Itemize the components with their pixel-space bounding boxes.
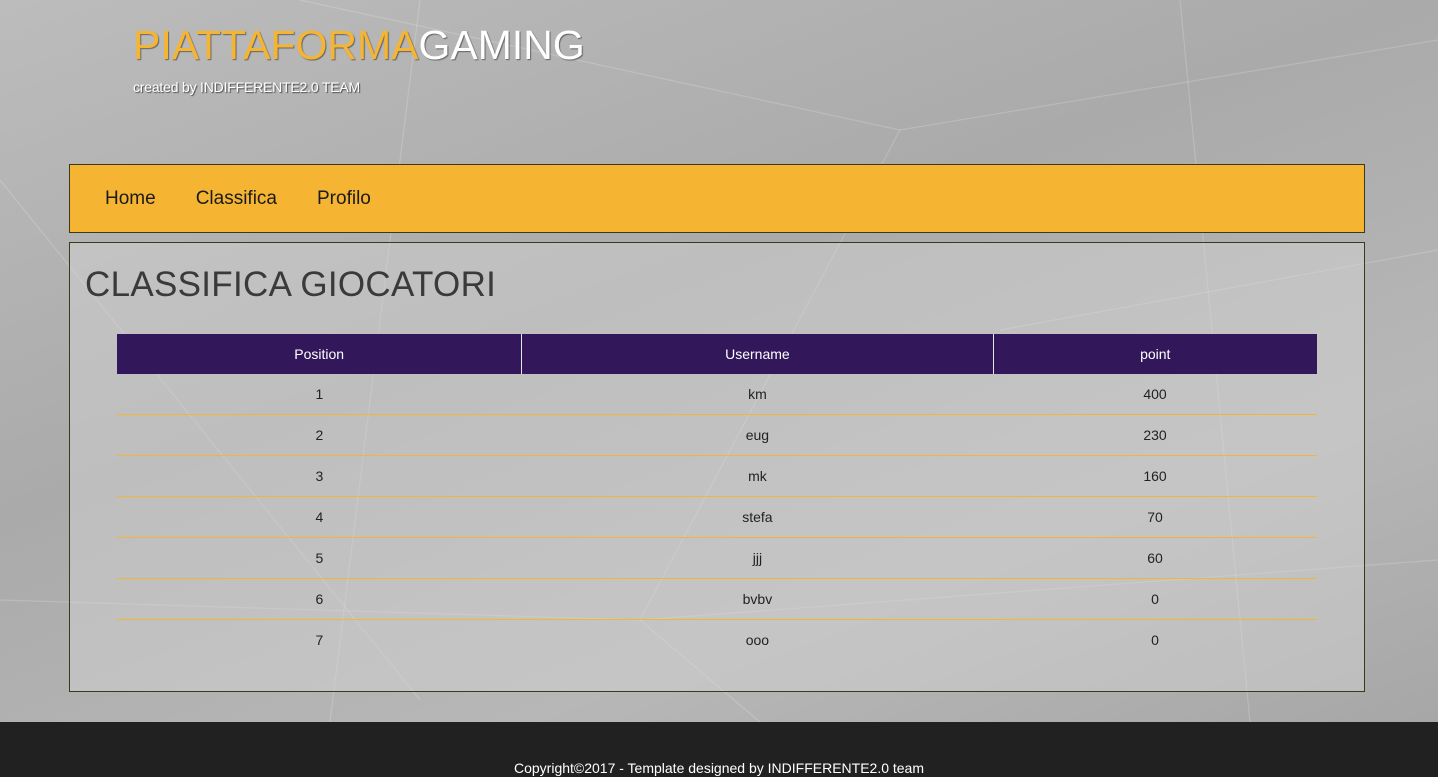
column-header-point: point — [993, 334, 1317, 374]
site-tagline: created by INDIFFERENTE2.0 TEAM — [133, 79, 360, 95]
cell-username: eug — [521, 414, 994, 456]
ranking-panel: CLASSIFICA GIOCATORI Position Username p… — [69, 242, 1365, 692]
table-row: 7 ooo 0 — [117, 620, 1317, 661]
table-row: 4 stefa 70 — [117, 496, 1317, 538]
site-footer: Copyright©2017 - Template designed by IN… — [0, 722, 1438, 777]
table-row: 2 eug 230 — [117, 414, 1317, 456]
cell-username: jjj — [521, 537, 994, 579]
column-header-username: Username — [521, 334, 994, 374]
footer-copyright: Copyright©2017 - Template designed by IN… — [513, 760, 925, 776]
nav-item-home[interactable]: Home — [105, 188, 156, 210]
table-row: 1 km 400 — [117, 374, 1317, 415]
cell-position: 1 — [117, 374, 522, 415]
cell-position: 3 — [117, 455, 522, 497]
cell-position: 2 — [117, 414, 522, 456]
cell-position: 4 — [117, 496, 522, 538]
nav-item-profilo[interactable]: Profilo — [317, 188, 371, 210]
page-title: CLASSIFICA GIOCATORI — [85, 265, 497, 304]
cell-username: km — [521, 374, 994, 415]
cell-position: 6 — [117, 578, 522, 620]
logo-text-primary: PIATTAFORMA — [133, 22, 419, 68]
logo-text-secondary: GAMING — [418, 22, 585, 68]
ranking-table: Position Username point 1 km 400 2 eug 2… — [117, 334, 1317, 660]
cell-position: 5 — [117, 537, 522, 579]
cell-point: 160 — [993, 455, 1317, 497]
table-row: 3 mk 160 — [117, 455, 1317, 497]
table-row: 6 bvbv 0 — [117, 578, 1317, 620]
table-header-row: Position Username point — [117, 334, 1317, 374]
table-row: 5 jjj 60 — [117, 537, 1317, 579]
cell-username: bvbv — [521, 578, 994, 620]
cell-username: ooo — [745, 632, 770, 648]
cell-point: 400 — [993, 374, 1317, 415]
main-navbar: Home Classifica Profilo — [69, 164, 1365, 233]
nav-item-classifica[interactable]: Classifica — [196, 188, 277, 210]
cell-username: stefa — [521, 496, 994, 538]
cell-point: 0 — [1151, 632, 1159, 648]
cell-point: 70 — [993, 496, 1317, 538]
site-logo[interactable]: PIATTAFORMAGAMING — [133, 22, 585, 68]
cell-username: mk — [521, 455, 994, 497]
site-header: PIATTAFORMAGAMING created by INDIFFERENT… — [133, 22, 585, 95]
cell-point: 230 — [993, 414, 1317, 456]
cell-point: 0 — [993, 578, 1317, 620]
cell-point: 60 — [993, 537, 1317, 579]
cell-position: 7 — [315, 632, 324, 648]
column-header-position: Position — [117, 334, 523, 374]
